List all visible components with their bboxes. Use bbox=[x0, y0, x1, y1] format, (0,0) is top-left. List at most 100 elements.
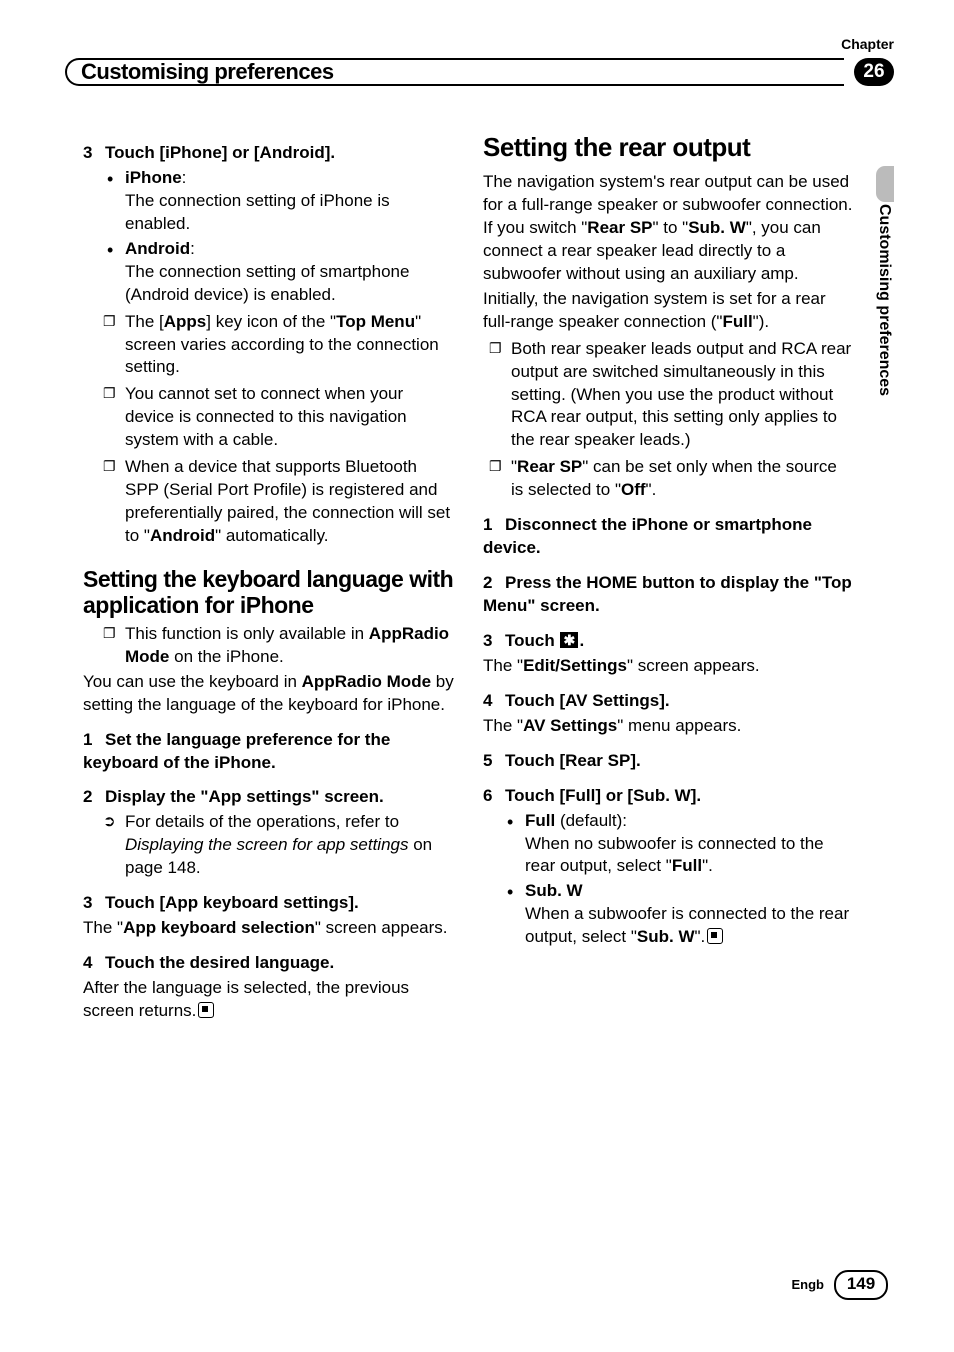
text: This function is only available in bbox=[125, 624, 369, 643]
end-of-section-icon bbox=[707, 928, 723, 944]
step-2-heading: 2Press the HOME button to display the "T… bbox=[483, 572, 855, 618]
page: Chapter 26 Customising preferences Custo… bbox=[0, 0, 954, 1352]
text: After the language is selected, the prev… bbox=[83, 978, 409, 1020]
text: The " bbox=[83, 918, 123, 937]
step-number: 3 bbox=[83, 892, 105, 915]
step-number: 6 bbox=[483, 785, 505, 808]
text: (default): bbox=[555, 811, 627, 830]
page-title: Customising preferences bbox=[81, 59, 334, 85]
text: For details of the operations, refer to bbox=[125, 812, 399, 831]
paragraph: Initially, the navigation system is set … bbox=[483, 288, 855, 334]
side-tab-accent bbox=[876, 166, 894, 202]
option-label: Android bbox=[125, 239, 190, 258]
left-column: 3Touch [iPhone] or [Android]. iPhone: Th… bbox=[83, 130, 455, 1023]
step-title: Touch bbox=[505, 631, 559, 650]
step-number: 2 bbox=[483, 572, 505, 595]
option-list: iPhone: The connection setting of iPhone… bbox=[83, 167, 455, 307]
text-bold: Full bbox=[672, 856, 702, 875]
step-title: Touch [iPhone] or [Android]. bbox=[105, 143, 335, 162]
step-3b-heading: 3Touch [App keyboard settings]. bbox=[83, 892, 455, 915]
note-list: Both rear speaker leads output and RCA r… bbox=[483, 338, 855, 503]
text: The [ bbox=[125, 312, 164, 331]
text-bold: Sub. W bbox=[688, 218, 746, 237]
step-1-heading: 1Set the language preference for the key… bbox=[83, 729, 455, 775]
note-item: This function is only available in AppRa… bbox=[125, 623, 455, 669]
note-item: You cannot set to connect when your devi… bbox=[125, 383, 455, 452]
step-number: 4 bbox=[483, 690, 505, 713]
text-bold: Apps bbox=[164, 312, 207, 331]
text: You can use the keyboard in bbox=[83, 672, 302, 691]
text-bold: Sub. W bbox=[637, 927, 695, 946]
option-label: Full bbox=[525, 811, 555, 830]
note-list: This function is only available in AppRa… bbox=[83, 623, 455, 669]
text-bold: Rear SP bbox=[587, 218, 652, 237]
paragraph: The "Edit/Settings" screen appears. bbox=[483, 655, 855, 678]
step-title: Touch [AV Settings]. bbox=[505, 691, 670, 710]
settings-icon bbox=[560, 632, 578, 648]
option-desc: When a subwoofer is connected to the rea… bbox=[525, 903, 855, 949]
step-number: 5 bbox=[483, 750, 505, 773]
note-item: When a device that supports Bluetooth SP… bbox=[125, 456, 455, 548]
step-number: 2 bbox=[83, 786, 105, 809]
step-title: Touch [Full] or [Sub. W]. bbox=[505, 786, 701, 805]
step-title: Touch [Rear SP]. bbox=[505, 751, 641, 770]
option-iphone: iPhone: The connection setting of iPhone… bbox=[125, 167, 455, 236]
step-title: Press the HOME button to display the "To… bbox=[483, 573, 852, 615]
section-heading-rear-output: Setting the rear output bbox=[483, 130, 855, 165]
step-title: Disconnect the iPhone or smartphone devi… bbox=[483, 515, 812, 557]
step-number: 4 bbox=[83, 952, 105, 975]
text-bold: Edit/Settings bbox=[523, 656, 627, 675]
end-of-section-icon bbox=[198, 1002, 214, 1018]
paragraph: After the language is selected, the prev… bbox=[83, 977, 455, 1023]
paragraph: You can use the keyboard in AppRadio Mod… bbox=[83, 671, 455, 717]
step-number: 1 bbox=[83, 729, 105, 752]
footer-page-number: 149 bbox=[834, 1270, 888, 1300]
option-label: Sub. W bbox=[525, 881, 583, 900]
footer-language: Engb bbox=[792, 1277, 825, 1292]
step-5-heading: 5Touch [Rear SP]. bbox=[483, 750, 855, 773]
text: The " bbox=[483, 656, 523, 675]
step-number: 1 bbox=[483, 514, 505, 537]
option-desc: The connection setting of iPhone is enab… bbox=[125, 190, 455, 236]
text-bold: AppRadio Mode bbox=[302, 672, 431, 691]
text: " screen appears. bbox=[627, 656, 760, 675]
step-3-heading: 3Touch . bbox=[483, 630, 855, 653]
option-subw: Sub. W When a subwoofer is connected to … bbox=[525, 880, 855, 949]
option-list: Full (default): When no subwoofer is con… bbox=[483, 810, 855, 950]
paragraph: The navigation system's rear output can … bbox=[483, 171, 855, 286]
paragraph: The "App keyboard selection" screen appe… bbox=[83, 917, 455, 940]
text-bold: App keyboard selection bbox=[123, 918, 315, 937]
step-6-heading: 6Touch [Full] or [Sub. W]. bbox=[483, 785, 855, 808]
text-italic: Displaying the screen for app settings bbox=[125, 835, 409, 854]
text-bold: Top Menu bbox=[336, 312, 415, 331]
text: ". bbox=[695, 927, 706, 946]
step-title: Touch [App keyboard settings]. bbox=[105, 893, 359, 912]
text: ] key icon of the " bbox=[206, 312, 336, 331]
text: ". bbox=[646, 480, 657, 499]
text: The " bbox=[483, 716, 523, 735]
option-label: iPhone bbox=[125, 168, 182, 187]
text: " to " bbox=[653, 218, 689, 237]
option-android: Android: The connection setting of smart… bbox=[125, 238, 455, 307]
step-title: Touch the desired language. bbox=[105, 953, 334, 972]
step-3-heading: 3Touch [iPhone] or [Android]. bbox=[83, 142, 455, 165]
text: Initially, the navigation system is set … bbox=[483, 289, 826, 331]
note-item: "Rear SP" can be set only when the sourc… bbox=[511, 456, 855, 502]
step-number: 3 bbox=[483, 630, 505, 653]
note-item: The [Apps] key icon of the "Top Menu" sc… bbox=[125, 311, 455, 380]
step-4-heading: 4Touch the desired language. bbox=[83, 952, 455, 975]
text-bold: Android bbox=[150, 526, 215, 545]
step-2-heading: 2Display the "App settings" screen. bbox=[83, 786, 455, 809]
section-heading-keyboard: Setting the keyboard language with appli… bbox=[83, 566, 455, 619]
note-list: The [Apps] key icon of the "Top Menu" sc… bbox=[83, 311, 455, 548]
option-desc: When no subwoofer is connected to the re… bbox=[525, 833, 855, 879]
text-bold: Off bbox=[621, 480, 646, 499]
option-desc: The connection setting of smartphone (An… bbox=[125, 261, 455, 307]
text-bold: Full bbox=[722, 312, 752, 331]
text-bold: Rear SP bbox=[517, 457, 582, 476]
step-1-heading: 1Disconnect the iPhone or smartphone dev… bbox=[483, 514, 855, 560]
note-item: Both rear speaker leads output and RCA r… bbox=[511, 338, 855, 453]
chapter-label: Chapter bbox=[841, 36, 894, 52]
xref-list: For details of the operations, refer to … bbox=[83, 811, 455, 880]
text: "). bbox=[753, 312, 769, 331]
